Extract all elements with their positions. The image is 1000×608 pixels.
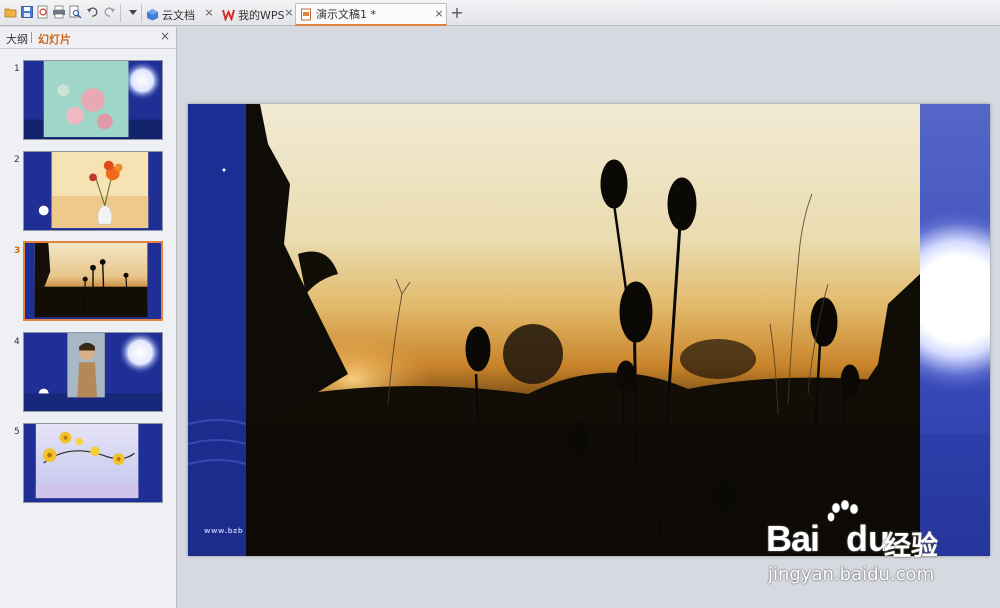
slide-canvas[interactable]: www.bzb bbox=[188, 104, 990, 556]
divider bbox=[31, 32, 32, 43]
redo-icon[interactable] bbox=[102, 5, 116, 19]
panel-header: 大纲 幻灯片 × bbox=[0, 27, 176, 49]
print-preview-icon[interactable] bbox=[68, 5, 82, 19]
save-icon[interactable] bbox=[20, 5, 34, 19]
slide-thumbnail-3[interactable] bbox=[23, 241, 163, 321]
slide-thumbnail-4[interactable] bbox=[23, 332, 163, 412]
slide-number: 2 bbox=[14, 155, 20, 165]
watermark-url: jingyan.baidu.com bbox=[768, 564, 935, 585]
tab-label: 演示文稿1 * bbox=[316, 8, 376, 21]
tab-outline[interactable]: 大纲 bbox=[6, 31, 28, 47]
slide-footer-url: www.bzb bbox=[204, 527, 244, 535]
tab-my-wps[interactable]: 我的WPS × bbox=[218, 3, 294, 26]
slide-number: 4 bbox=[14, 337, 20, 347]
title-bar: 云文档 × 我的WPS × 演示文稿1 * × + bbox=[0, 0, 1000, 26]
slide-number: 5 bbox=[14, 427, 20, 437]
export-pdf-icon[interactable] bbox=[36, 5, 50, 19]
slide-number: 3 bbox=[14, 246, 21, 256]
slide-image bbox=[188, 104, 990, 556]
tab-slides[interactable]: 幻灯片 bbox=[38, 31, 71, 47]
new-tab-button[interactable]: + bbox=[450, 5, 464, 21]
close-icon[interactable]: × bbox=[434, 8, 444, 19]
slide-thumbnail-1[interactable] bbox=[23, 60, 163, 140]
slide-thumbnail-2[interactable] bbox=[23, 151, 163, 231]
slides-panel: 大纲 幻灯片 × 1 2 3 4 5 bbox=[0, 27, 177, 608]
close-panel-icon[interactable]: × bbox=[159, 30, 171, 42]
open-folder-icon[interactable] bbox=[4, 5, 18, 19]
cloud-doc-icon bbox=[146, 8, 159, 21]
more-dropdown-icon[interactable] bbox=[126, 5, 140, 19]
undo-icon[interactable] bbox=[86, 5, 100, 19]
close-icon[interactable]: × bbox=[284, 7, 294, 18]
close-icon[interactable]: × bbox=[204, 7, 214, 18]
slide-number: 1 bbox=[14, 64, 20, 74]
baidu-jingyan-logo: Bai du 经验 bbox=[766, 500, 946, 562]
presentation-doc-icon bbox=[300, 8, 313, 21]
tab-presentation[interactable]: 演示文稿1 * × bbox=[295, 3, 447, 26]
tab-label: 我的WPS bbox=[238, 8, 285, 22]
tab-label: 云文档 bbox=[162, 8, 195, 22]
logo-text-jingyan: 经验 bbox=[884, 531, 938, 562]
slide-thumbnail-5[interactable] bbox=[23, 423, 163, 503]
logo-text-bai: Bai bbox=[766, 518, 820, 559]
tab-cloud-docs[interactable]: 云文档 × bbox=[142, 3, 218, 26]
print-icon[interactable] bbox=[52, 5, 66, 19]
wps-logo-icon bbox=[222, 8, 235, 21]
